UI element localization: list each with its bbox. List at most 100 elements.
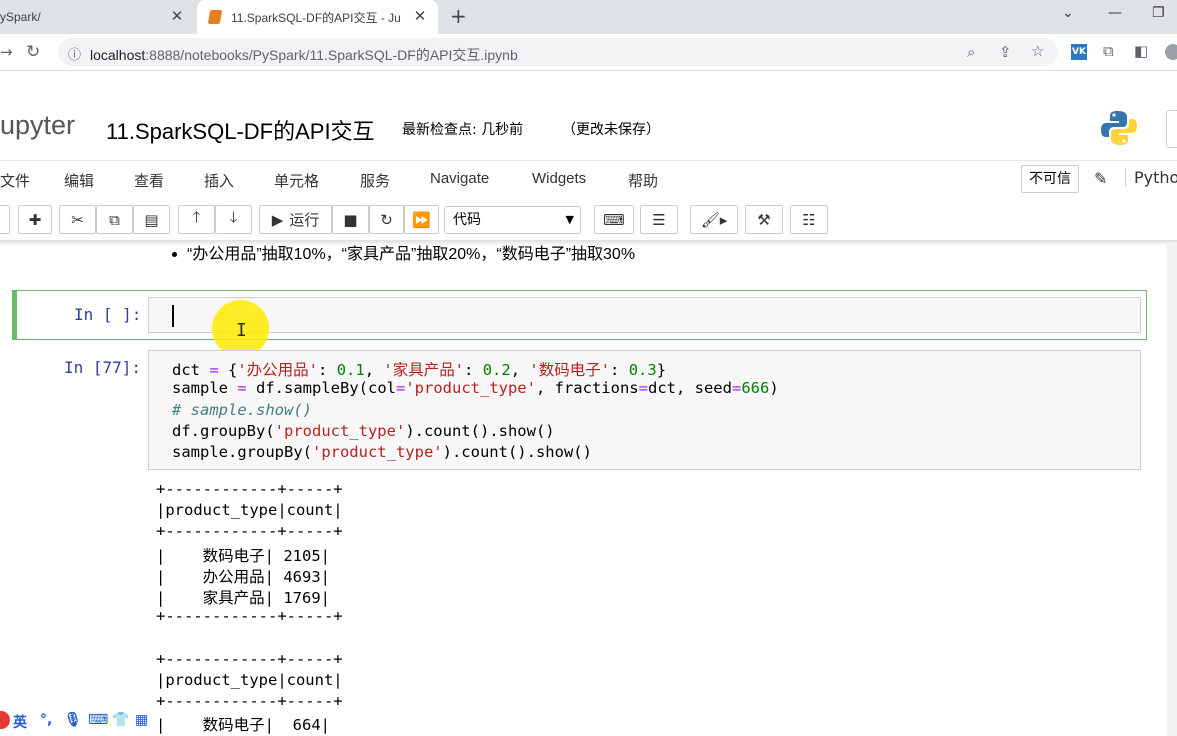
output-line: +------------+-----+: [156, 649, 343, 668]
share-icon[interactable]: ⇪: [999, 43, 1012, 61]
reload-icon[interactable]: ↻: [26, 42, 40, 62]
logout-button[interactable]: [1166, 110, 1177, 148]
text-cursor: [172, 305, 174, 327]
fast-forward-icon: ⏩: [412, 210, 431, 229]
cut-button[interactable]: ✂: [59, 205, 96, 234]
url-text[interactable]: localhost:8888/notebooks/PySpark/11.Spar…: [90, 45, 518, 65]
tab-search-chevron-icon[interactable]: ⌄: [1062, 5, 1074, 21]
jupyter-favicon-icon: [207, 10, 223, 24]
chevron-down-icon: ▼: [565, 213, 574, 226]
brush-button[interactable]: 🖌▸: [690, 205, 738, 234]
menu-widgets[interactable]: Widgets: [532, 170, 586, 187]
menu-navigate[interactable]: Navigate: [430, 170, 489, 187]
output-line: |product_type|count|: [156, 501, 343, 520]
zoom-icon[interactable]: ⌕: [967, 43, 975, 61]
keyboard-icon: ⌨: [603, 210, 625, 229]
restart-button[interactable]: ↻: [369, 205, 404, 234]
forward-arrow-icon[interactable]: →: [0, 43, 13, 61]
bookmark-star-icon[interactable]: ☆: [1031, 42, 1044, 60]
code-line[interactable]: dct = {'办公用品': 0.1, '家具产品': 0.2, '数码电子':…: [172, 358, 666, 380]
cell-type-value: 代码: [453, 212, 481, 228]
move-down-button[interactable]: 🡓: [215, 205, 252, 234]
list-icon: ☰: [652, 210, 666, 229]
url-path: :8888/notebooks/PySpark/11.SparkSQL-DF的A…: [145, 47, 518, 63]
autosave-status: （更改未保存）: [562, 122, 660, 138]
jupyter-logo[interactable]: upyter: [0, 110, 75, 141]
extensions-puzzle-icon[interactable]: ⧉: [1103, 42, 1114, 60]
bullet-text: “办公用品”抽取10%，“家具产品”抽取20%，“数码电子”抽取30%: [187, 246, 636, 263]
ime-lang[interactable]: 英: [13, 712, 27, 732]
output-line: +------------+-----+: [156, 522, 343, 541]
kernel-name[interactable]: Python: [1125, 168, 1177, 187]
python-logo-icon: [1101, 111, 1137, 145]
site-info-icon[interactable]: ⓘ: [68, 44, 81, 63]
cell-prompt: In [77]:: [64, 358, 142, 377]
close-tab-icon[interactable]: ✕: [412, 9, 428, 25]
toc-button[interactable]: ☰: [640, 205, 678, 234]
save-button[interactable]: [0, 205, 10, 234]
minimize-icon[interactable]: —: [1108, 5, 1122, 21]
code-line[interactable]: sample.groupBy('product_type').count().s…: [172, 443, 592, 461]
arrow-up-icon: 🡑: [192, 208, 201, 226]
extension-icon[interactable]: VK: [1071, 44, 1087, 60]
microphone-icon[interactable]: 🎙: [64, 712, 82, 728]
ibeam-cursor-icon: I: [236, 320, 247, 341]
edit-pencil-icon[interactable]: ✎: [1094, 169, 1107, 188]
profile-avatar[interactable]: [1165, 44, 1177, 60]
menu-cell[interactable]: 单元格: [274, 170, 319, 191]
output-line: |product_type|count|: [156, 670, 343, 689]
browser-tab-pyspark[interactable]: ySpark/ ✕: [0, 0, 195, 34]
tab-title: ySpark/: [0, 10, 41, 24]
run-button[interactable]: ▶ 运行: [259, 205, 332, 234]
code-line[interactable]: df.groupBy('product_type').count().show(…: [172, 422, 555, 440]
close-tab-icon[interactable]: ✕: [169, 9, 185, 25]
cell-input-editor[interactable]: [148, 297, 1141, 333]
menu-file[interactable]: 文件: [0, 170, 30, 191]
list-ul-icon: ☷: [802, 210, 816, 229]
arrow-down-icon: 🡓: [229, 208, 238, 226]
output-line: +------------+-----+: [156, 692, 343, 710]
hammer-button[interactable]: ⚒: [745, 205, 783, 234]
bullet-dot: [172, 252, 177, 258]
plus-icon: ✚: [28, 210, 42, 229]
paste-button[interactable]: ▤: [133, 205, 170, 234]
markdown-bullet: “办公用品”抽取10%，“家具产品”抽取20%，“数码电子”抽取30%: [172, 240, 635, 264]
toolbar: [0, 200, 1177, 240]
hammer-icon: ⚒: [757, 210, 771, 229]
restart-run-all-button[interactable]: ⏩: [404, 205, 439, 234]
side-panel-icon[interactable]: ◧: [1134, 42, 1148, 60]
browser-tab-active[interactable]: 11.SparkSQL-DF的API交互 - Ju ✕: [197, 0, 438, 34]
run-label: 运行: [289, 211, 320, 229]
paste-icon: ▤: [144, 210, 159, 229]
output-line: +------------+-----+: [156, 480, 343, 498]
menu-help[interactable]: 帮助: [628, 170, 658, 191]
menu-view[interactable]: 查看: [134, 170, 164, 191]
restore-icon[interactable]: ❐: [1152, 5, 1165, 21]
code-line[interactable]: sample = df.sampleBy(col='product_type',…: [172, 379, 779, 397]
move-up-button[interactable]: 🡑: [178, 205, 215, 234]
interrupt-button[interactable]: ■: [332, 205, 369, 234]
new-tab-plus-icon[interactable]: +: [450, 6, 467, 26]
stop-icon: ■: [343, 210, 358, 229]
cell-type-select[interactable]: 代码 ▼: [444, 206, 581, 234]
scissors-icon: ✂: [71, 210, 84, 229]
page-scrollbar[interactable]: [1167, 242, 1177, 736]
keyboard-icon[interactable]: ⌨: [88, 712, 108, 728]
menu-edit[interactable]: 编辑: [64, 170, 94, 191]
copy-button[interactable]: ⧉: [96, 205, 133, 234]
skin-icon[interactable]: 👕: [112, 712, 129, 728]
command-palette-button[interactable]: ⌨: [594, 205, 634, 234]
output-line: | 家具产品| 1769|: [156, 589, 330, 607]
play-icon: ▶: [271, 210, 284, 229]
menu-insert[interactable]: 插入: [204, 170, 234, 191]
notebook-title[interactable]: 11.SparkSQL-DF的API交互: [106, 114, 375, 146]
brush-icon: 🖌▸: [700, 210, 728, 229]
apps-grid-icon[interactable]: ▦: [135, 712, 148, 728]
output-line: +------------+-----+: [156, 607, 343, 626]
code-line[interactable]: # sample.show(): [172, 401, 312, 419]
trusted-indicator[interactable]: 不可信: [1021, 165, 1079, 193]
list-button[interactable]: ☷: [790, 205, 828, 234]
punctuation-icon[interactable]: °,: [40, 712, 52, 728]
menu-kernel[interactable]: 服务: [360, 170, 390, 191]
insert-cell-button[interactable]: ✚: [18, 205, 52, 234]
